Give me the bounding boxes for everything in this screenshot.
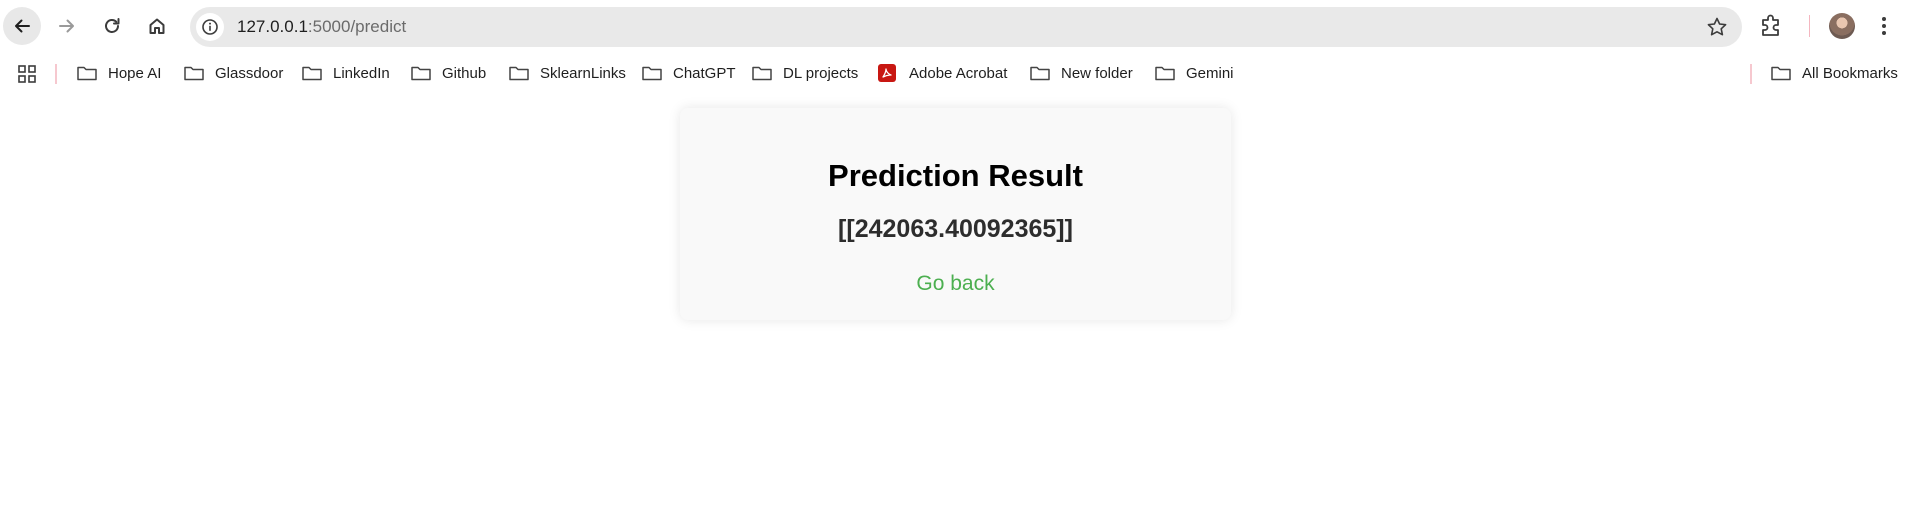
folder-icon (411, 64, 433, 82)
bookmark-linkedin[interactable]: LinkedIn (302, 58, 390, 88)
bookmark-dl-projects[interactable]: DL projects (752, 58, 858, 88)
info-icon (202, 19, 218, 35)
site-info-button[interactable] (196, 13, 224, 41)
forward-button[interactable] (48, 7, 86, 45)
back-button[interactable] (3, 7, 41, 45)
address-bar[interactable]: 127.0.0.1:5000/predict (190, 7, 1742, 47)
arrow-right-icon (59, 19, 74, 33)
folder-icon (1030, 64, 1052, 82)
reload-button[interactable] (93, 7, 131, 45)
folder-icon (302, 64, 324, 82)
reload-icon (105, 18, 120, 33)
bookmark-label: Glassdoor (215, 64, 284, 82)
all-bookmarks-label: All Bookmarks (1802, 64, 1898, 82)
bookmark-adobe-acrobat[interactable]: Adobe Acrobat (878, 58, 1007, 88)
extensions-button[interactable] (1759, 12, 1785, 43)
bookmark-label: Adobe Acrobat (909, 64, 1008, 82)
bookmark-label: LinkedIn (333, 64, 390, 82)
all-bookmarks-button[interactable]: All Bookmarks (1771, 58, 1898, 88)
bookmarks-bar: Hope AI Glassdoor LinkedIn Github Sklear… (0, 58, 1915, 88)
folder-icon (1771, 64, 1793, 82)
apps-button[interactable] (18, 65, 36, 88)
pdf-icon (878, 64, 900, 82)
bookmarks-separator (1750, 64, 1752, 84)
bookmark-label: ChatGPT (673, 64, 736, 82)
bookmark-label: Github (442, 64, 487, 82)
page-title: Prediction Result (828, 158, 1083, 193)
apps-grid-icon (18, 65, 36, 83)
arrow-left-icon (15, 19, 30, 33)
bookmark-new-folder[interactable]: New folder (1030, 58, 1133, 88)
bookmark-label: SklearnLinks (540, 64, 626, 82)
profile-avatar[interactable] (1829, 13, 1855, 39)
puzzle-icon (1762, 14, 1779, 36)
bookmark-label: Hope AI (108, 64, 162, 82)
folder-icon (184, 64, 206, 82)
bookmark-star-button[interactable] (1706, 16, 1728, 43)
folder-icon (509, 64, 531, 82)
bookmark-gemini[interactable]: Gemini (1155, 58, 1234, 88)
url-host: 127.0.0.1 (237, 17, 308, 36)
bookmark-github[interactable]: Github (411, 58, 486, 88)
folder-icon (752, 64, 774, 82)
bookmark-label: Gemini (1186, 64, 1234, 82)
bookmark-sklearnlinks[interactable]: SklearnLinks (509, 58, 626, 88)
bookmark-glassdoor[interactable]: Glassdoor (184, 58, 283, 88)
toolbar-divider (1809, 15, 1810, 37)
url-text: 127.0.0.1:5000/predict (237, 7, 406, 47)
kebab-menu-icon (1882, 17, 1886, 35)
browser-toolbar: 127.0.0.1:5000/predict (0, 0, 1915, 54)
bookmark-hope-ai[interactable]: Hope AI (77, 58, 161, 88)
bookmark-chatgpt[interactable]: ChatGPT (642, 58, 736, 88)
folder-icon (77, 64, 99, 82)
star-icon (1707, 17, 1727, 36)
folder-icon (1155, 64, 1177, 82)
bookmark-label: New folder (1061, 64, 1133, 82)
bookmark-label: DL projects (783, 64, 859, 82)
home-icon (149, 18, 165, 34)
browser-menu-button[interactable] (1880, 15, 1888, 42)
prediction-value: [[242063.40092365]] (838, 215, 1073, 243)
home-button[interactable] (138, 7, 176, 45)
bookmarks-separator (55, 64, 57, 84)
result-card: Prediction Result [[242063.40092365]] Go… (680, 108, 1231, 320)
go-back-link[interactable]: Go back (680, 272, 1231, 296)
folder-icon (642, 64, 664, 82)
url-path: :5000/predict (307, 17, 407, 36)
